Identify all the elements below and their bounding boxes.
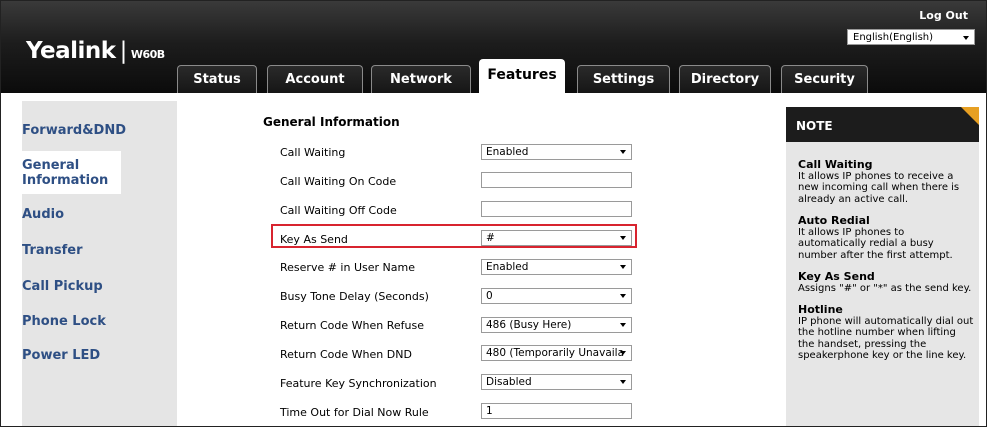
tab-directory[interactable]: Directory bbox=[679, 65, 771, 93]
logout-link[interactable]: Log Out bbox=[919, 9, 968, 22]
label-return-code-refuse: Return Code When Refuse bbox=[280, 319, 424, 332]
language-select[interactable]: English(English) bbox=[847, 29, 975, 45]
feature-key-sync-select[interactable]: Disabled bbox=[481, 374, 632, 390]
chevron-down-icon bbox=[620, 323, 626, 327]
sidebar-item-transfer[interactable]: Transfer bbox=[1, 243, 156, 258]
busy-tone-delay-select[interactable]: 0 bbox=[481, 288, 632, 304]
note-block: Auto Redial It allows IP phones to automa… bbox=[798, 215, 974, 261]
label-reserve-hash: Reserve # in User Name bbox=[280, 261, 415, 274]
note-block: Hotline IP phone will automatically dial … bbox=[798, 304, 974, 362]
label-dial-now-timeout: Time Out for Dial Now Rule bbox=[280, 406, 429, 419]
logo-text: Yealink bbox=[26, 38, 116, 64]
tab-settings[interactable]: Settings bbox=[577, 65, 670, 93]
note-text: It allows IP phones to automatically red… bbox=[798, 226, 953, 261]
chevron-down-icon bbox=[620, 265, 626, 269]
chevron-down-icon bbox=[620, 380, 626, 384]
tab-features[interactable]: Features bbox=[479, 59, 565, 93]
browser-frame: Yealink | W60B Log Out English(English) St… bbox=[0, 0, 987, 427]
call-waiting-value: Enabled bbox=[486, 146, 529, 158]
call-waiting-off-code-input[interactable] bbox=[481, 201, 632, 217]
model-label: W60B bbox=[130, 48, 165, 61]
return-code-dnd-select[interactable]: 480 (Temporarily Unavaila bbox=[481, 345, 632, 361]
tab-status[interactable]: Status bbox=[177, 65, 257, 93]
key-as-send-select[interactable]: # bbox=[481, 230, 632, 246]
return-code-dnd-value: 480 (Temporarily Unavaila bbox=[486, 347, 625, 359]
chevron-down-icon bbox=[620, 294, 626, 298]
sidebar-item-power-led[interactable]: Power LED bbox=[1, 348, 156, 363]
note-heading: Call Waiting bbox=[798, 158, 873, 171]
language-value: English(English) bbox=[853, 32, 934, 43]
label-return-code-dnd: Return Code When DND bbox=[280, 348, 412, 361]
sidebar-item-forward-dnd[interactable]: Forward&DND bbox=[1, 123, 156, 138]
return-code-refuse-select[interactable]: 486 (Busy Here) bbox=[481, 317, 632, 333]
sidebar bbox=[22, 101, 177, 426]
chevron-down-icon bbox=[620, 236, 626, 240]
reserve-hash-value: Enabled bbox=[486, 261, 529, 273]
yealink-logo: Yealink | W60B bbox=[26, 38, 165, 64]
note-text: It allows IP phones to receive a new inc… bbox=[798, 170, 960, 205]
note-text: Assigns "#" or "*" as the send key. bbox=[798, 282, 972, 294]
logo-separator: | bbox=[119, 38, 128, 64]
label-feature-key-sync: Feature Key Synchronization bbox=[280, 377, 437, 390]
note-heading: Auto Redial bbox=[798, 214, 870, 227]
label-call-waiting-on-code: Call Waiting On Code bbox=[280, 175, 397, 188]
tab-account[interactable]: Account bbox=[267, 65, 363, 93]
feature-key-sync-value: Disabled bbox=[486, 376, 532, 388]
tab-network[interactable]: Network bbox=[371, 65, 471, 93]
note-header: NOTE bbox=[786, 107, 979, 142]
note-corner-icon bbox=[961, 107, 979, 125]
label-busy-tone-delay: Busy Tone Delay (Seconds) bbox=[280, 290, 429, 303]
note-block: Key As Send Assigns "#" or "*" as the sen… bbox=[798, 271, 974, 294]
reserve-hash-select[interactable]: Enabled bbox=[481, 259, 632, 275]
dial-now-timeout-input[interactable]: 1 bbox=[481, 403, 632, 419]
call-waiting-on-code-input[interactable] bbox=[481, 172, 632, 188]
call-waiting-select[interactable]: Enabled bbox=[481, 144, 632, 160]
chevron-down-icon bbox=[620, 150, 626, 154]
header-bar: Yealink | W60B Log Out English(English) St… bbox=[1, 1, 986, 93]
sidebar-item-phone-lock[interactable]: Phone Lock bbox=[1, 314, 156, 329]
sidebar-item-general-information[interactable]: General Information bbox=[1, 151, 121, 194]
label-call-waiting-off-code: Call Waiting Off Code bbox=[280, 204, 397, 217]
note-block: Call Waiting It allows IP phones to recei… bbox=[798, 159, 974, 205]
section-title: General Information bbox=[263, 115, 400, 129]
note-heading: Key As Send bbox=[798, 270, 875, 283]
note-heading: Hotline bbox=[798, 303, 843, 316]
chevron-down-icon bbox=[963, 36, 969, 40]
note-title: NOTE bbox=[796, 119, 833, 133]
note-body: Call Waiting It allows IP phones to recei… bbox=[798, 159, 974, 372]
busy-tone-delay-value: 0 bbox=[486, 290, 493, 302]
note-panel: NOTE Call Waiting It allows IP phones to … bbox=[786, 107, 979, 426]
label-key-as-send: Key As Send bbox=[280, 233, 348, 246]
tab-security[interactable]: Security bbox=[781, 65, 868, 93]
sidebar-item-call-pickup[interactable]: Call Pickup bbox=[1, 279, 156, 294]
note-text: IP phone will automatically dial out the… bbox=[798, 315, 974, 362]
label-call-waiting: Call Waiting bbox=[280, 146, 346, 159]
key-as-send-value: # bbox=[486, 232, 495, 244]
sidebar-item-audio[interactable]: Audio bbox=[1, 207, 156, 222]
return-code-refuse-value: 486 (Busy Here) bbox=[486, 319, 572, 331]
chevron-down-icon bbox=[620, 351, 626, 355]
